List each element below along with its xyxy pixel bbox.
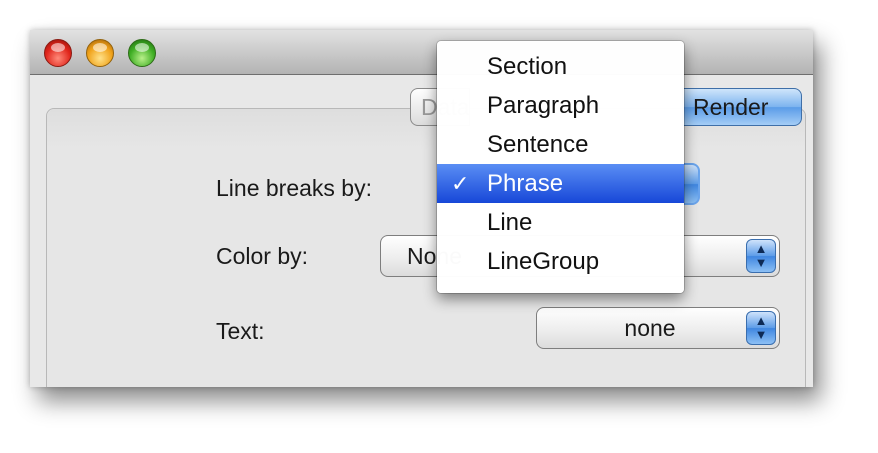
minimize-window-icon[interactable] <box>86 39 114 67</box>
title-bar <box>30 30 813 75</box>
menu-item-sentence[interactable]: Sentence <box>437 125 684 164</box>
close-window-icon[interactable] <box>44 39 72 67</box>
tab-render[interactable]: Render <box>682 88 802 126</box>
menu-item-label: Paragraph <box>487 92 600 119</box>
menu-item-section[interactable]: Section <box>437 47 684 86</box>
line-breaks-dropdown-menu: Section Paragraph Sentence ✓ Phrase Line… <box>437 41 684 293</box>
menu-item-phrase[interactable]: ✓ Phrase <box>437 164 684 203</box>
zoom-window-icon[interactable] <box>128 39 156 67</box>
line-breaks-label: Line breaks by: <box>216 175 372 201</box>
text-popup[interactable]: none ▲ ▼ <box>536 307 780 349</box>
menu-item-label: Line <box>487 209 533 236</box>
popup-arrows-icon: ▲ ▼ <box>746 311 776 345</box>
menu-item-line[interactable]: Line <box>437 203 684 242</box>
menu-item-paragraph[interactable]: Paragraph <box>437 86 684 125</box>
menu-item-label: LineGroup <box>487 248 600 275</box>
popup-arrows-icon: ▲ ▼ <box>746 239 776 273</box>
color-by-label: Color by: <box>216 243 309 269</box>
text-value: none <box>624 315 676 341</box>
menu-item-linegroup[interactable]: LineGroup <box>437 242 684 281</box>
menu-item-label: Sentence <box>487 131 589 158</box>
text-label: Text: <box>216 318 265 344</box>
checkmark-icon: ✓ <box>451 171 470 196</box>
menu-item-label: Section <box>487 53 568 80</box>
app-window: Data Render Line breaks by: Color by: No… <box>30 30 813 387</box>
menu-item-label: Phrase <box>487 170 564 197</box>
